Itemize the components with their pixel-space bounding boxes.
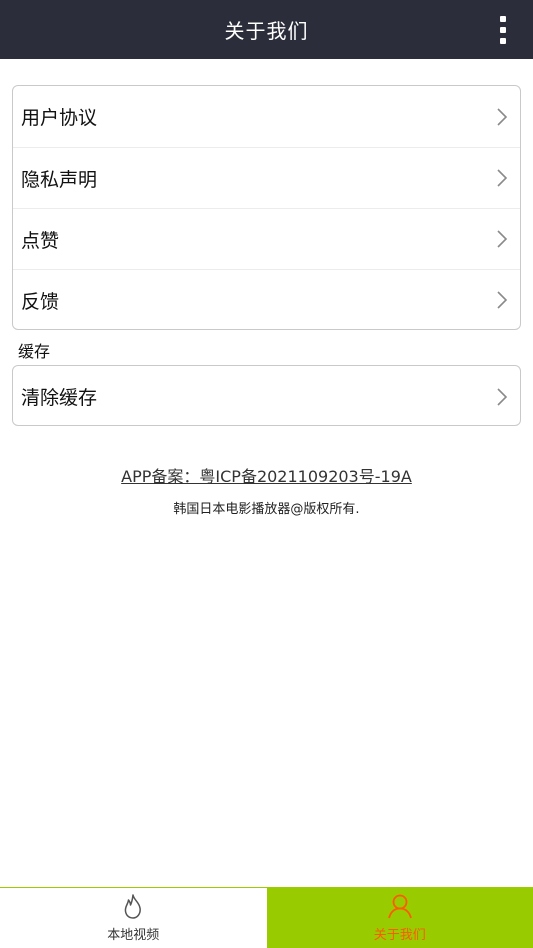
list-item-like[interactable]: 点赞 bbox=[13, 208, 520, 269]
chevron-right-icon bbox=[497, 107, 508, 126]
chevron-right-icon bbox=[497, 230, 508, 248]
app-header: 关于我们 bbox=[0, 0, 533, 59]
icp-record: APP备案：粤ICP备2021109203号-19A bbox=[0, 463, 533, 487]
icp-link[interactable]: APP备案：粤ICP备2021109203号-19A bbox=[121, 467, 412, 486]
cache-list: 清除缓存 bbox=[12, 365, 521, 426]
flame-icon bbox=[124, 894, 142, 919]
user-icon bbox=[387, 894, 412, 919]
page-title: 关于我们 bbox=[224, 19, 309, 43]
list-item-feedback[interactable]: 反馈 bbox=[13, 269, 520, 329]
tab-label: 本地视频 bbox=[107, 928, 160, 943]
bottom-tab-bar: 本地视频 关于我们 bbox=[0, 887, 533, 948]
settings-list: 用户协议 隐私声明 点赞 反馈 bbox=[12, 85, 521, 330]
list-item-clear-cache[interactable]: 清除缓存 bbox=[13, 366, 520, 425]
list-item-label: 用户协议 bbox=[21, 107, 98, 129]
tab-label: 关于我们 bbox=[373, 928, 426, 943]
list-item-label: 清除缓存 bbox=[21, 387, 98, 409]
list-item-label: 点赞 bbox=[21, 229, 60, 252]
chevron-right-icon bbox=[497, 387, 508, 406]
chevron-right-icon bbox=[497, 291, 508, 309]
more-vertical-icon[interactable] bbox=[497, 16, 509, 44]
tab-about-us[interactable]: 关于我们 bbox=[266, 888, 533, 948]
list-item-privacy-statement[interactable]: 隐私声明 bbox=[13, 147, 520, 208]
list-item-user-agreement[interactable]: 用户协议 bbox=[13, 86, 520, 147]
copyright-text: 韩国日本电影播放器@版权所有. bbox=[173, 502, 360, 517]
cache-section-label: 缓存 bbox=[18, 342, 51, 361]
list-item-label: 隐私声明 bbox=[21, 168, 98, 191]
chevron-right-icon bbox=[497, 169, 508, 187]
list-item-label: 反馈 bbox=[21, 290, 60, 313]
tab-local-video[interactable]: 本地视频 bbox=[0, 888, 267, 948]
